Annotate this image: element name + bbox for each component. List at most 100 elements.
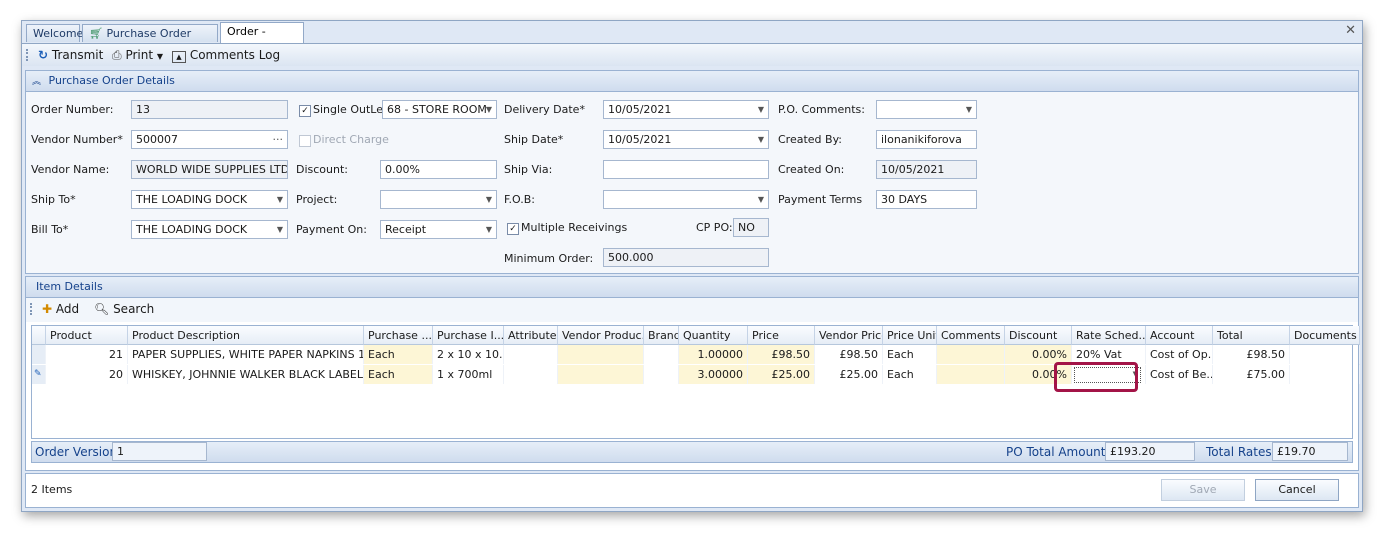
grid-cell[interactable] — [558, 365, 644, 384]
bill-to-select[interactable]: THE LOADING DOCK ▼ — [131, 220, 288, 239]
column-header[interactable]: Vendor Price — [815, 326, 883, 345]
column-header[interactable]: Discount — [1005, 326, 1072, 345]
payment-terms-field[interactable]: 30 DAYS — [876, 190, 977, 209]
column-header[interactable]: Attributes — [504, 326, 558, 345]
transmit-button[interactable]: ↻ Transmit — [38, 47, 103, 63]
tab-welcome[interactable]: Welcome — [26, 24, 83, 42]
grid-cell[interactable]: £25.00 — [748, 365, 815, 384]
ship-date-picker[interactable]: 10/05/2021 ▼ — [603, 130, 769, 149]
grid-cell[interactable]: 1.00000 — [679, 345, 748, 364]
grid-cell[interactable]: Each — [883, 345, 937, 364]
grid-cell[interactable] — [504, 365, 558, 384]
project-select[interactable]: ▼ — [380, 190, 497, 209]
vendor-number-value: 500007 — [136, 133, 178, 146]
grid-cell[interactable]: 20 — [46, 365, 128, 384]
grid-cell[interactable]: 2 x 10 x 10... — [433, 345, 504, 364]
ship-to-select[interactable]: THE LOADING DOCK ▼ — [131, 190, 288, 209]
vendor-number-label: Vendor Number* — [31, 133, 123, 146]
grid-cell[interactable] — [504, 345, 558, 364]
item-toolbar: ✚ Add 🔍︎ Search — [26, 298, 1358, 322]
grid-footer: Order Version: 1 PO Total Amount: £193.2… — [31, 441, 1353, 463]
outlet-select[interactable]: 68 - STORE ROOM ▼ — [382, 100, 497, 119]
save-button[interactable]: Save — [1161, 479, 1245, 501]
grid-cell[interactable]: 1 x 700ml — [433, 365, 504, 384]
column-header[interactable]: Account — [1146, 326, 1213, 345]
column-header[interactable]: Documents — [1290, 326, 1360, 345]
grid-cell[interactable]: Each — [364, 345, 433, 364]
comments-log-button[interactable]: ▲ Comments Log — [172, 47, 280, 63]
grid-cell[interactable] — [558, 345, 644, 364]
po-comments-select[interactable]: ▼ — [876, 100, 977, 119]
ellipsis-icon[interactable]: ··· — [273, 131, 284, 148]
column-header[interactable]: Total — [1213, 326, 1290, 345]
column-header[interactable]: Product — [46, 326, 128, 345]
vendor-number-field[interactable]: 500007 ··· — [131, 130, 288, 149]
grid-cell[interactable]: Cost of Op... — [1146, 345, 1213, 364]
grid-cell[interactable] — [937, 345, 1005, 364]
single-outlet-checkbox[interactable]: ✓ — [299, 105, 311, 117]
order-version-label: Order Version: — [35, 445, 122, 459]
grid-cell[interactable]: £98.50 — [1213, 345, 1290, 364]
discount-field[interactable]: 0.00% — [380, 160, 497, 179]
multiple-receivings-checkbox[interactable]: ✓ — [507, 223, 519, 235]
close-window-icon[interactable]: ✕ — [1345, 23, 1356, 38]
grid-cell[interactable]: Cost of Be... — [1146, 365, 1213, 384]
po-total-field: £193.20 — [1105, 442, 1195, 461]
grid-cell[interactable]: 21 — [46, 345, 128, 364]
row-indicator-header — [32, 326, 46, 345]
search-label: Search — [113, 302, 155, 316]
purchase-order-details-header[interactable]: ︽ Purchase Order Details — [26, 71, 1358, 92]
vendor-name-field: WORLD WIDE SUPPLIES LTD — [131, 160, 288, 179]
column-header[interactable]: Purchase ... — [364, 326, 433, 345]
ship-via-field[interactable] — [603, 160, 769, 179]
grid-cell[interactable] — [644, 365, 679, 384]
tab-order-13[interactable]: Order - 13✕ — [220, 22, 304, 57]
grid-cell[interactable]: Each — [364, 365, 433, 384]
chevron-down-icon: ▼ — [156, 52, 164, 61]
column-header[interactable]: Brand — [644, 326, 679, 345]
column-header[interactable]: Comments — [937, 326, 1005, 345]
grid-cell[interactable]: £25.00 — [815, 365, 883, 384]
grid-cell[interactable]: 3.00000 — [679, 365, 748, 384]
column-header[interactable]: Price Unit — [883, 326, 937, 345]
fob-select[interactable]: ▼ — [603, 190, 769, 209]
grid-cell[interactable] — [1290, 365, 1360, 384]
collapse-icon[interactable]: ︽ — [32, 77, 41, 87]
column-header[interactable]: Price — [748, 326, 815, 345]
add-button[interactable]: ✚ Add — [42, 301, 79, 317]
group-title: Purchase Order Details — [48, 74, 175, 87]
grid-cell[interactable] — [937, 365, 1005, 384]
column-header[interactable]: Product Description — [128, 326, 364, 345]
tab-purchase-order-center[interactable]: 🛒︎ Purchase Order Center — [82, 24, 218, 58]
transmit-label: Transmit — [51, 48, 104, 62]
bill-to-value: THE LOADING DOCK — [136, 223, 248, 236]
delivery-date-label: Delivery Date* — [504, 103, 585, 116]
column-header[interactable]: Quantity — [679, 326, 748, 345]
chevron-down-icon: ▼ — [757, 135, 764, 144]
ship-via-label: Ship Via: — [504, 163, 553, 176]
grid-cell[interactable] — [1290, 345, 1360, 364]
cancel-button[interactable]: Cancel — [1255, 479, 1339, 501]
add-item-icon: ✚ — [42, 302, 53, 316]
grid-cell[interactable]: £75.00 — [1213, 365, 1290, 384]
ship-date-value: 10/05/2021 — [608, 133, 672, 146]
direct-charge-checkbox[interactable] — [299, 135, 311, 147]
grid-cell[interactable]: Each — [883, 365, 937, 384]
print-button[interactable]: ⎙ Print ▼ — [112, 47, 163, 63]
item-details-group: Item Details ✚ Add 🔍︎ Search Product Prod… — [25, 276, 1360, 471]
grid-cell[interactable] — [644, 345, 679, 364]
search-button[interactable]: 🔍︎ Search — [94, 301, 154, 317]
grid-cell[interactable]: PAPER SUPPLIES, WHITE PAPER NAPKINS 12x1… — [128, 345, 364, 364]
delivery-date-picker[interactable]: 10/05/2021 ▼ — [603, 100, 769, 119]
chevron-down-icon: ▼ — [757, 105, 764, 114]
column-header[interactable]: Vendor Produc... — [558, 326, 644, 345]
grid-cell[interactable]: WHISKEY, JOHNNIE WALKER BLACK LABEL — [128, 365, 364, 384]
order-number-field: 13 — [131, 100, 288, 119]
payment-on-select[interactable]: Receipt ▼ — [380, 220, 497, 239]
grid-cell[interactable]: £98.50 — [815, 345, 883, 364]
column-header[interactable]: Rate Sched... — [1072, 326, 1146, 345]
column-header[interactable]: Purchase I... — [433, 326, 504, 345]
edit-pencil-icon: ✎ — [32, 365, 46, 384]
grid-cell[interactable]: £98.50 — [748, 345, 815, 364]
chevron-down-icon: ▼ — [757, 195, 764, 204]
